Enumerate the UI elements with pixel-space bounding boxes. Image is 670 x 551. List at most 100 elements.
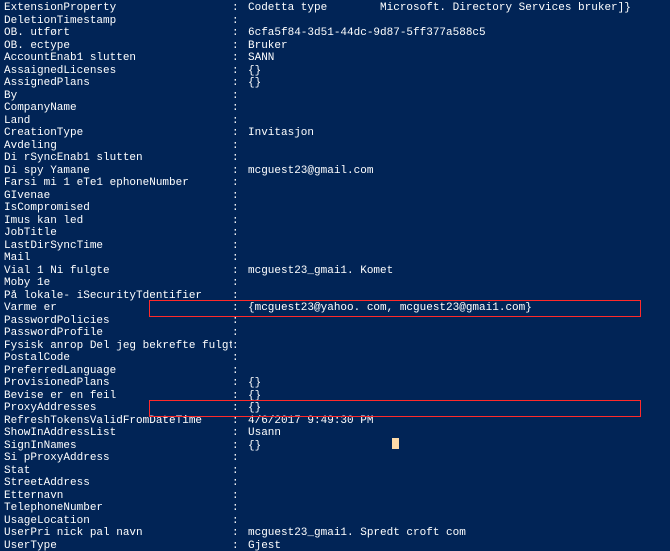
property-name: AssaignedLicenses	[4, 65, 232, 78]
property-name: CreationType	[4, 127, 232, 140]
output-row: SignInNames: {}	[4, 440, 666, 453]
separator: :	[232, 90, 248, 103]
property-name: Si pProxyAddress	[4, 452, 232, 465]
output-row: ExtensionProperty: Codetta type Microsof…	[4, 2, 666, 15]
property-name: By	[4, 90, 232, 103]
property-value	[248, 140, 666, 153]
output-row: LastDirSyncTime:	[4, 240, 666, 253]
output-row: UserPri nick pal navn: mcguest23_gmai1. …	[4, 527, 666, 540]
output-row: Moby 1e:	[4, 277, 666, 290]
property-value: {}	[248, 390, 666, 403]
property-name: Farsi mi 1 eTe1 ephoneNumber	[4, 177, 232, 190]
output-row: Fysisk anrop Del jeg bekrefte fulgte:	[4, 340, 666, 353]
separator: :	[232, 27, 248, 40]
output-row: Si pProxyAddress:	[4, 452, 666, 465]
output-row: StreetAddress:	[4, 477, 666, 490]
separator: :	[232, 427, 248, 440]
property-name: ProxyAddresses	[4, 402, 232, 415]
property-value	[248, 15, 666, 28]
property-name: PostalCode	[4, 352, 232, 365]
property-value: {}	[248, 377, 666, 390]
property-value: {}	[248, 440, 666, 453]
separator: :	[232, 227, 248, 240]
property-value: 6cfa5f84-3d51-44dc-9d87-5ff377a588c5	[248, 27, 666, 40]
property-value	[248, 452, 666, 465]
separator: :	[232, 377, 248, 390]
separator: :	[232, 265, 248, 278]
property-value	[248, 252, 666, 265]
separator: :	[232, 40, 248, 53]
property-name: På lokale- iSecurityTdentifier	[4, 290, 232, 303]
output-row: PasswordPolicies:	[4, 315, 666, 328]
output-row: Avdeling:	[4, 140, 666, 153]
output-row: ProxyAddresses: {}	[4, 402, 666, 415]
separator: :	[232, 540, 248, 551]
property-name: Imus kan led	[4, 215, 232, 228]
property-value	[248, 365, 666, 378]
property-name: Di rSyncEnab1 slutten	[4, 152, 232, 165]
output-row: RefreshTokensValidFromDateTime: 4/6/2017…	[4, 415, 666, 428]
separator: :	[232, 177, 248, 190]
separator: :	[232, 165, 248, 178]
output-row: Imus kan led:	[4, 215, 666, 228]
output-row: AccountEnab1 slutten: SANN	[4, 52, 666, 65]
separator: :	[232, 527, 248, 540]
separator: :	[232, 2, 248, 15]
separator: :	[232, 477, 248, 490]
property-name: StreetAddress	[4, 477, 232, 490]
property-name: Avdeling	[4, 140, 232, 153]
separator: :	[232, 440, 248, 453]
property-value: SANN	[248, 52, 666, 65]
output-row: Di spy Yamane: mcguest23@gmail.com	[4, 165, 666, 178]
property-name: PasswordPolicies	[4, 315, 232, 328]
output-row: PasswordProfile:	[4, 327, 666, 340]
output-row: OB. utført: 6cfa5f84-3d51-44dc-9d87-5ff3…	[4, 27, 666, 40]
property-name: GIvenae	[4, 190, 232, 203]
output-row: Vial 1 Ni fulgte: mcguest23_gmai1. Komet	[4, 265, 666, 278]
output-row: JobTitle:	[4, 227, 666, 240]
property-name: Varme er	[4, 302, 232, 315]
separator: :	[232, 515, 248, 528]
separator: :	[232, 490, 248, 503]
property-value: Bruker	[248, 40, 666, 53]
property-name: IsCompromised	[4, 202, 232, 215]
property-name: Di spy Yamane	[4, 165, 232, 178]
output-row: AssaignedLicenses: {}	[4, 65, 666, 78]
output-row: ShowInAddressList: Usann	[4, 427, 666, 440]
property-value: 4/6/2017 9:49:30 PM	[248, 415, 666, 428]
separator: :	[232, 52, 248, 65]
property-value	[248, 177, 666, 190]
powershell-console-output: ExtensionProperty: Codetta type Microsof…	[0, 0, 670, 551]
output-row: Land:	[4, 115, 666, 128]
output-row: DeletionTimestamp:	[4, 15, 666, 28]
property-value	[248, 215, 666, 228]
property-value	[248, 340, 666, 353]
separator: :	[232, 302, 248, 315]
property-name: PreferredLanguage	[4, 365, 232, 378]
property-name: CompanyName	[4, 102, 232, 115]
property-name: TelephoneNumber	[4, 502, 232, 515]
output-row: ProvisionedPlans: {}	[4, 377, 666, 390]
output-row: By:	[4, 90, 666, 103]
property-name: UsageLocation	[4, 515, 232, 528]
property-name: JobTitle	[4, 227, 232, 240]
property-name: Stat	[4, 465, 232, 478]
separator: :	[232, 252, 248, 265]
output-row: Stat:	[4, 465, 666, 478]
output-row: GIvenae:	[4, 190, 666, 203]
property-value	[248, 152, 666, 165]
property-name: Etternavn	[4, 490, 232, 503]
property-value: mcguest23_gmai1. Komet	[248, 265, 666, 278]
property-value	[248, 102, 666, 115]
separator: :	[232, 77, 248, 90]
output-row: Farsi mi 1 eTe1 ephoneNumber:	[4, 177, 666, 190]
property-name: Mail	[4, 252, 232, 265]
output-row: UsageLocation:	[4, 515, 666, 528]
property-value: {mcguest23@yahoo. com, mcguest23@gmai1.c…	[248, 302, 666, 315]
separator: :	[232, 202, 248, 215]
output-row: IsCompromised:	[4, 202, 666, 215]
separator: :	[232, 315, 248, 328]
separator: :	[232, 240, 248, 253]
property-value	[248, 477, 666, 490]
property-value: Usann	[248, 427, 666, 440]
